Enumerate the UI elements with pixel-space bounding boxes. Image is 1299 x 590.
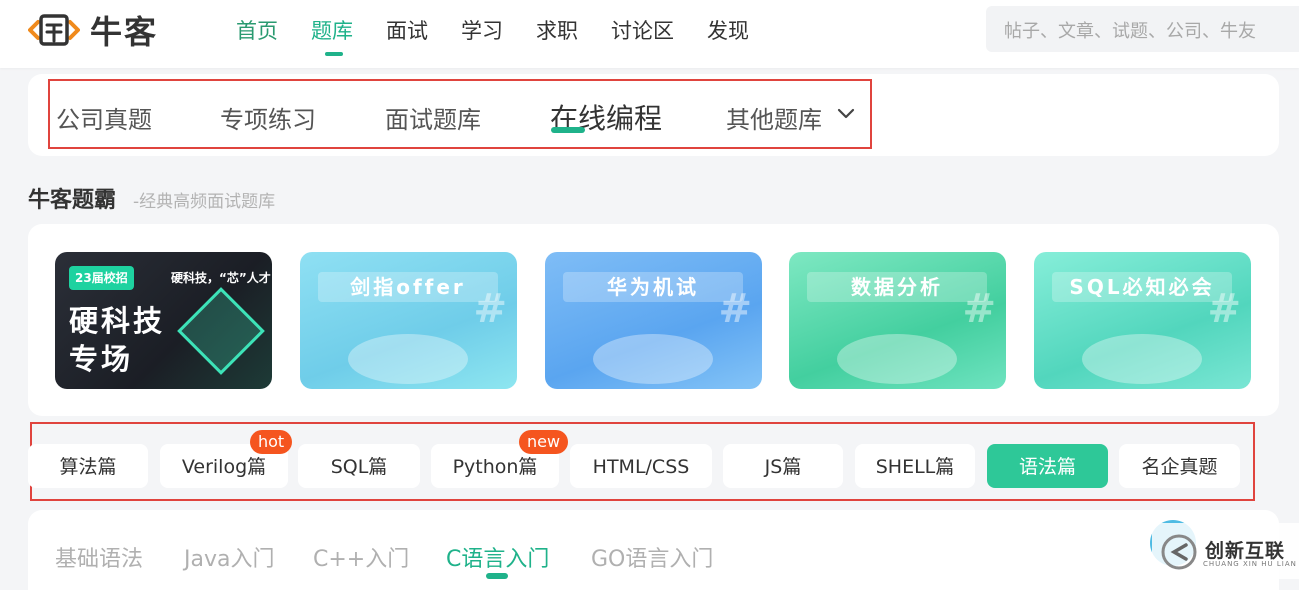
tab-basic-syntax[interactable]: 基础语法 — [55, 541, 143, 573]
chevron-down-icon[interactable] — [836, 104, 856, 124]
banner-title: 华为机试 — [563, 272, 743, 302]
sql-book-illustration-icon — [1082, 334, 1202, 384]
category-sql[interactable]: SQL篇 — [298, 444, 420, 488]
nav-interview[interactable]: 面试 — [386, 0, 428, 68]
tab-company-questions[interactable]: 公司真题 — [56, 100, 152, 135]
banner-huawei-test[interactable]: 华为机试 # — [545, 252, 762, 389]
logo-icon — [28, 14, 80, 46]
banner-jianzhi-offer[interactable]: 剑指offer # — [300, 252, 517, 389]
banner-title-line2: 专场 — [69, 342, 134, 376]
tab-java-intro[interactable]: Java入门 — [184, 541, 274, 573]
section-subtitle: -经典高频面试题库 — [133, 192, 276, 212]
category-syntax[interactable]: 语法篇 — [987, 444, 1108, 488]
hot-badge: hot — [250, 430, 293, 454]
banner-sql[interactable]: SQL必知必会 # — [1034, 252, 1251, 389]
banner-title-line1: 硬科技 — [69, 304, 166, 338]
top-header: 牛客 首页 题库 面试 学习 求职 讨论区 发现 帖子、文章、试题、公司、牛友 — [0, 0, 1299, 68]
category-js[interactable]: JS篇 — [723, 444, 843, 488]
category-algorithm[interactable]: 算法篇 — [28, 444, 148, 488]
nowcoder-logo[interactable]: 牛客 — [28, 10, 159, 51]
active-tab-indicator — [551, 127, 585, 133]
category-shell[interactable]: SHELL篇 — [855, 444, 975, 488]
tab-other-banks[interactable]: 其他题库 — [726, 100, 822, 135]
tab-special-practice[interactable]: 专项练习 — [220, 100, 316, 135]
new-badge: new — [519, 430, 569, 454]
tab-c-intro[interactable]: C语言入门 — [446, 541, 549, 573]
search-placeholder: 帖子、文章、试题、公司、牛友 — [1004, 21, 1256, 42]
main-nav: 首页 题库 面试 学习 求职 讨论区 发现 — [236, 0, 782, 68]
hash-icon: # — [718, 286, 752, 332]
search-input[interactable]: 帖子、文章、试题、公司、牛友 — [986, 6, 1299, 52]
hash-icon: # — [1207, 286, 1241, 332]
active-lang-indicator — [486, 573, 508, 579]
laptop-illustration-icon — [593, 334, 713, 384]
banner-hard-tech[interactable]: 23届校招 硬科技，“芯”人才 硬科技 专场 — [55, 252, 272, 389]
banner-title: SQL必知必会 — [1052, 272, 1232, 302]
nav-jobs[interactable]: 求职 — [536, 0, 578, 68]
section-title: 牛客题霸 — [28, 188, 117, 213]
category-html-css[interactable]: HTML/CSS — [570, 444, 712, 488]
tab-go-intro[interactable]: GO语言入门 — [591, 541, 713, 573]
pie-chart-illustration-icon — [837, 334, 957, 384]
watermark-text: 创新互联 — [1205, 540, 1286, 562]
banner-title: 剑指offer — [318, 272, 498, 302]
chip-icon — [177, 287, 265, 375]
nav-learn[interactable]: 学习 — [461, 0, 503, 68]
tab-cpp-intro[interactable]: C++入门 — [313, 541, 409, 573]
watermark-subtext: CHUANG XIN HU LIAN — [1203, 560, 1297, 568]
nav-home[interactable]: 首页 — [236, 0, 278, 68]
watermark-logo-icon — [1161, 534, 1197, 570]
nav-discover[interactable]: 发现 — [707, 0, 749, 68]
hash-icon: # — [962, 286, 996, 332]
tab-interview-bank[interactable]: 面试题库 — [385, 100, 481, 135]
book-illustration-icon — [348, 334, 468, 384]
category-famous-companies[interactable]: 名企真题 — [1119, 444, 1240, 488]
hash-icon: # — [473, 286, 507, 332]
nav-question-bank[interactable]: 题库 — [311, 0, 353, 68]
banner-data-analysis[interactable]: 数据分析 # — [789, 252, 1006, 389]
logo-text: 牛客 — [90, 13, 159, 51]
banner-title: 数据分析 — [807, 272, 987, 302]
campus-badge: 23届校招 — [69, 266, 134, 290]
nav-discussion[interactable]: 讨论区 — [611, 0, 674, 68]
